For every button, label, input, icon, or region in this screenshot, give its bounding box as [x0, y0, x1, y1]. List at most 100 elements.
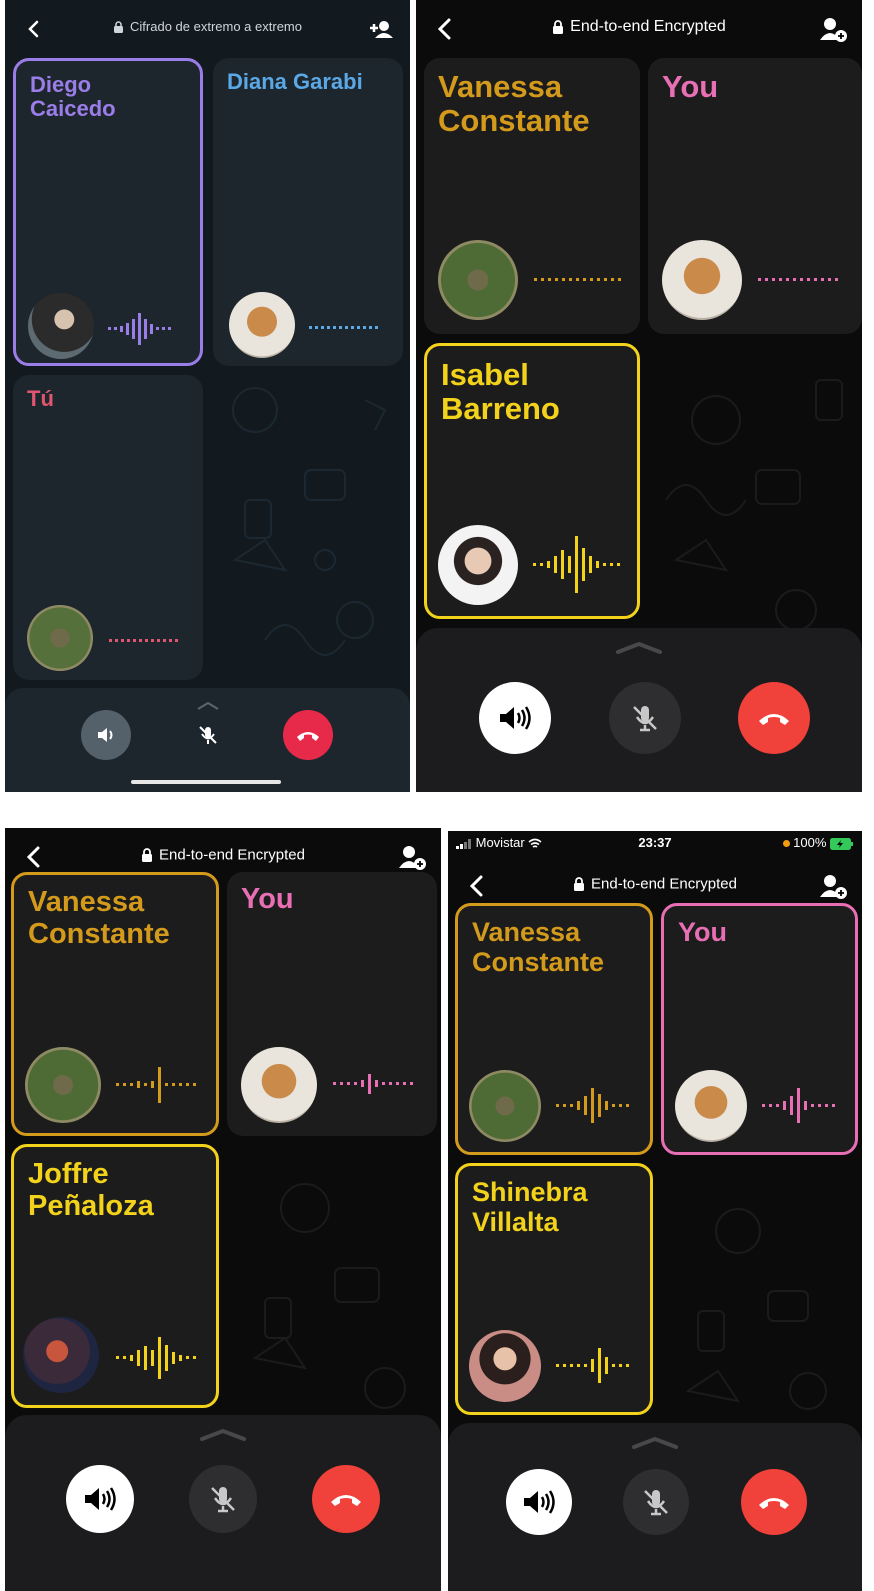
chevron-up-icon[interactable]: [630, 1435, 680, 1449]
chevron-up-icon[interactable]: [614, 640, 664, 654]
avatar: [469, 1330, 541, 1402]
participant-name: You: [662, 69, 719, 104]
battery-text: 100%: [793, 835, 827, 850]
mute-button[interactable]: [189, 1465, 257, 1533]
mute-button[interactable]: [609, 682, 681, 754]
speaker-button[interactable]: [479, 682, 551, 754]
participant-tile-vanessa[interactable]: Vanessa Constante: [11, 872, 219, 1136]
encryption-label: End-to-end Encrypted: [448, 875, 862, 893]
avatar: [23, 1317, 99, 1393]
call-screen-1: Cifrado de extremo a extremo Diego Caice…: [5, 0, 410, 792]
audio-wave-icon: [333, 1074, 413, 1094]
end-call-icon: [297, 732, 319, 741]
audio-wave-icon: [108, 313, 171, 345]
encryption-text: End-to-end Encrypted: [591, 875, 737, 893]
participant-tile-vanessa[interactable]: Vanessa Constante: [455, 903, 653, 1155]
call-controls: [416, 628, 862, 792]
audio-wave-icon: [762, 1088, 835, 1123]
encryption-label: Cifrado de extremo a extremo: [5, 18, 410, 34]
battery-charging-icon: [830, 837, 853, 850]
mic-off-icon: [633, 706, 657, 732]
encryption-label: End-to-end Encrypted: [5, 846, 441, 864]
end-call-icon: [759, 1498, 789, 1509]
lock-icon: [553, 20, 564, 34]
participant-name: Vanessa Constante: [438, 69, 590, 139]
chevron-up-icon[interactable]: [198, 1427, 248, 1441]
audio-wave-icon: [556, 1348, 629, 1383]
add-person-icon[interactable]: [397, 842, 427, 872]
call-controls: [448, 1423, 862, 1591]
lock-icon: [574, 877, 585, 892]
orange-dot-icon: [782, 840, 790, 848]
avatar: [438, 240, 518, 320]
participant-name: Vanessa Constante: [472, 917, 605, 977]
avatar: [241, 1047, 317, 1123]
avatar: [229, 292, 295, 358]
end-call-button[interactable]: [312, 1465, 380, 1533]
end-call-icon: [759, 714, 789, 725]
speaker-icon: [98, 728, 113, 742]
end-call-icon: [331, 1495, 361, 1506]
avatar: [469, 1070, 541, 1142]
call-header: Cifrado de extremo a extremo: [5, 0, 410, 62]
participant-name: Joffre Peñaloza: [28, 1158, 154, 1222]
audio-wave-icon: [309, 326, 378, 329]
call-controls: [5, 1415, 441, 1591]
participant-name: You: [241, 883, 294, 915]
speaker-button[interactable]: [506, 1469, 572, 1535]
audio-wave-icon: [534, 278, 621, 281]
participant-tile-shinebra[interactable]: Shinebra Villalta: [455, 1163, 653, 1415]
call-screen-3: End-to-end Encrypted Vanessa Constante Y…: [5, 828, 441, 1591]
mute-button[interactable]: [183, 710, 233, 760]
audio-wave-icon: [533, 536, 620, 593]
audio-wave-icon: [116, 1067, 196, 1103]
avatar: [675, 1070, 747, 1142]
mute-button[interactable]: [623, 1469, 689, 1535]
participant-tile-diana[interactable]: Diana Garabi: [213, 58, 403, 366]
audio-wave-icon: [758, 278, 838, 281]
lock-icon: [114, 20, 124, 33]
avatar: [25, 1047, 101, 1123]
participant-tile-isabel[interactable]: Isabel Barreno: [424, 343, 640, 619]
avatar: [28, 293, 94, 359]
participant-name: Diego Caicedo: [30, 72, 116, 122]
speaker-button[interactable]: [81, 710, 131, 760]
participant-tile-you[interactable]: You: [227, 872, 437, 1136]
lock-icon: [142, 848, 153, 863]
audio-wave-icon: [116, 1337, 196, 1379]
call-controls: [5, 688, 410, 792]
status-bar: Movistar 23:37 100%: [448, 831, 862, 855]
speaker-button[interactable]: [66, 1465, 134, 1533]
call-screen-4: Movistar 23:37 100% End-to-end Encrypted…: [448, 831, 862, 1591]
participant-tile-tu[interactable]: Tú: [13, 375, 203, 680]
avatar: [662, 240, 742, 320]
participant-tile-diego[interactable]: Diego Caicedo: [13, 58, 203, 366]
participant-tile-vanessa[interactable]: Vanessa Constante: [424, 58, 640, 334]
audio-wave-icon: [109, 639, 178, 642]
avatar: [27, 605, 93, 671]
participant-name: Tú: [27, 386, 54, 411]
mic-off-icon: [199, 726, 217, 744]
encryption-text: End-to-end Encrypted: [159, 846, 305, 864]
participant-tile-you[interactable]: You: [661, 903, 858, 1155]
mic-off-icon: [644, 1490, 668, 1516]
participant-tile-joffre[interactable]: Joffre Peñaloza: [11, 1144, 219, 1408]
mic-off-icon: [211, 1487, 235, 1513]
participant-tile-you[interactable]: You: [648, 58, 862, 334]
end-call-button[interactable]: [283, 710, 333, 760]
add-person-icon[interactable]: [818, 871, 848, 901]
home-indicator: [131, 780, 281, 784]
add-person-icon[interactable]: [366, 14, 396, 44]
end-call-button[interactable]: [741, 1469, 807, 1535]
speaker-icon: [524, 1490, 555, 1514]
end-call-button[interactable]: [738, 682, 810, 754]
speaker-icon: [85, 1487, 116, 1511]
encryption-text: Cifrado de extremo a extremo: [130, 19, 302, 35]
chevron-up-icon[interactable]: [196, 700, 220, 710]
avatar: [438, 525, 518, 605]
speaker-icon: [500, 706, 531, 730]
call-header: End-to-end Encrypted: [416, 0, 862, 62]
add-person-icon[interactable]: [818, 14, 848, 44]
participant-name: Diana Garabi: [227, 69, 363, 94]
call-screen-2: End-to-end Encrypted Vanessa Constante Y…: [416, 0, 862, 792]
